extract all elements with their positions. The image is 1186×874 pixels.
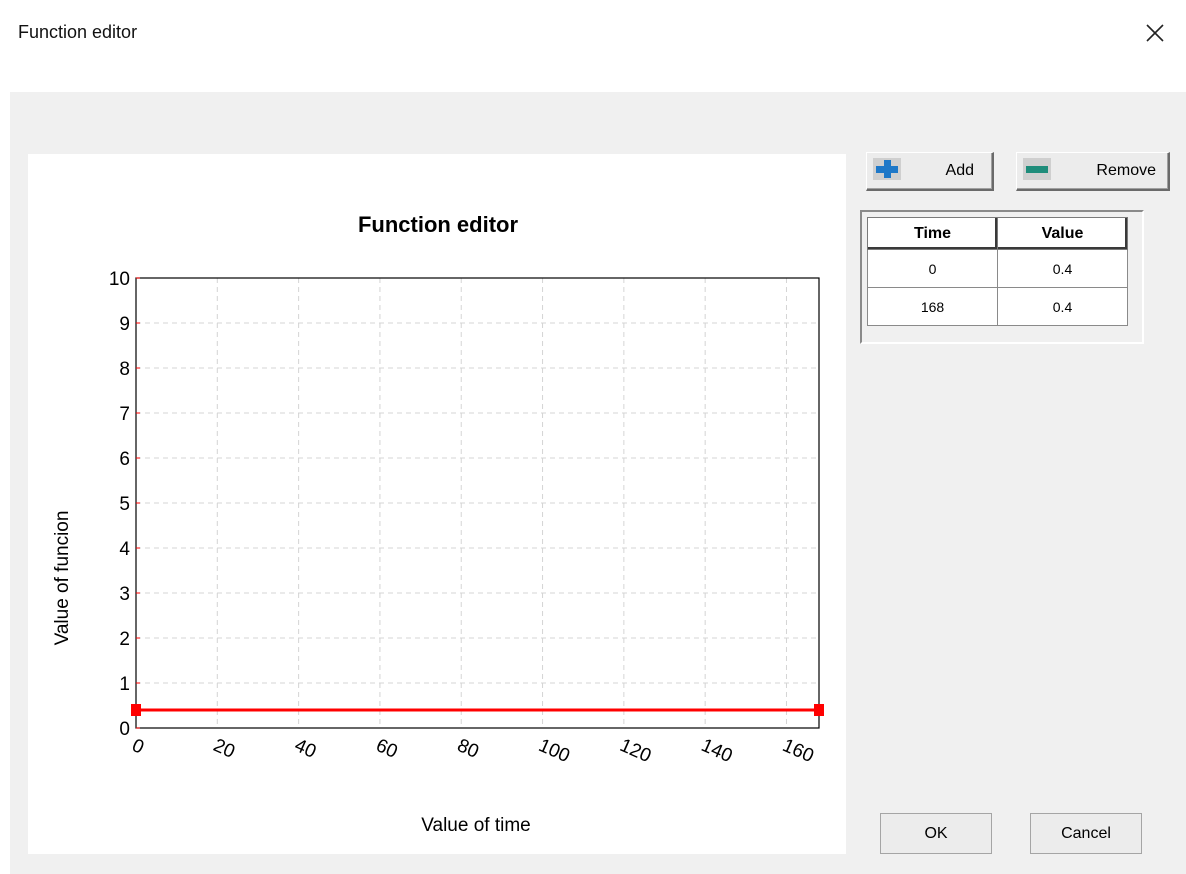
add-button[interactable]: Add <box>866 152 994 191</box>
remove-button[interactable]: Remove <box>1016 152 1170 191</box>
table-row[interactable]: 0 0.4 <box>867 249 1128 288</box>
x-axis-label: Value of time <box>421 815 530 836</box>
data-point-marker <box>814 704 824 716</box>
chart-grid <box>136 278 819 728</box>
window-title: Function editor <box>18 22 138 42</box>
ok-button[interactable]: OK <box>880 813 992 854</box>
x-tick-label: 40 <box>291 735 319 763</box>
add-button-label: Add <box>945 162 974 179</box>
x-tick-label: 140 <box>698 735 736 767</box>
close-icon <box>1146 24 1164 42</box>
x-tick-label: 20 <box>210 735 238 763</box>
column-header-value[interactable]: Value <box>997 217 1128 250</box>
table-header-row: Time Value <box>867 217 1128 250</box>
close-button[interactable] <box>1140 18 1170 48</box>
x-tick-label: 120 <box>617 735 655 767</box>
plus-icon <box>873 158 901 180</box>
y-tick-label: 8 <box>119 359 130 380</box>
chart-title: Function editor <box>358 212 519 237</box>
x-tick-label: 60 <box>373 735 401 763</box>
y-tick-label: 1 <box>119 674 130 695</box>
chart-canvas: Function editor Value of time Value of f… <box>52 212 824 836</box>
y-tick-label: 2 <box>119 629 130 650</box>
y-tick-label: 4 <box>119 539 130 560</box>
remove-button-label: Remove <box>1096 162 1156 179</box>
cancel-button-label: Cancel <box>1061 825 1111 842</box>
points-table: Time Value 0 0.4 168 0.4 <box>860 210 1144 344</box>
column-header-time[interactable]: Time <box>867 217 998 250</box>
y-axis-label: Value of funcion <box>52 511 73 646</box>
table-row[interactable]: 168 0.4 <box>867 287 1128 326</box>
y-tick-label: 10 <box>109 269 130 290</box>
y-tick-label: 9 <box>119 314 130 335</box>
y-tick-label: 3 <box>119 584 130 605</box>
cell-value[interactable]: 0.4 <box>997 287 1128 326</box>
x-tick-label: 100 <box>535 735 573 767</box>
cell-time[interactable]: 0 <box>867 249 998 288</box>
y-tick-label: 0 <box>119 719 130 740</box>
title-bar: Function editor <box>0 0 1186 92</box>
y-tick-label: 7 <box>119 404 130 425</box>
minus-icon <box>1023 158 1051 180</box>
cancel-button[interactable]: Cancel <box>1030 813 1142 854</box>
y-tick-label: 5 <box>119 494 130 515</box>
chart-ticks: 0123456789100 20 40 60 80 100 120 140 160 <box>109 269 817 767</box>
data-point-marker <box>131 704 141 716</box>
x-tick-label: 160 <box>779 735 817 767</box>
ok-button-label: OK <box>924 825 948 842</box>
y-tick-label: 6 <box>119 449 130 470</box>
chart-series <box>131 704 824 716</box>
x-tick-label: 80 <box>454 735 482 763</box>
cell-value[interactable]: 0.4 <box>997 249 1128 288</box>
cell-time[interactable]: 168 <box>867 287 998 326</box>
function-chart[interactable]: Function editor Value of time Value of f… <box>28 154 846 854</box>
x-tick-label: 0 <box>129 735 147 758</box>
